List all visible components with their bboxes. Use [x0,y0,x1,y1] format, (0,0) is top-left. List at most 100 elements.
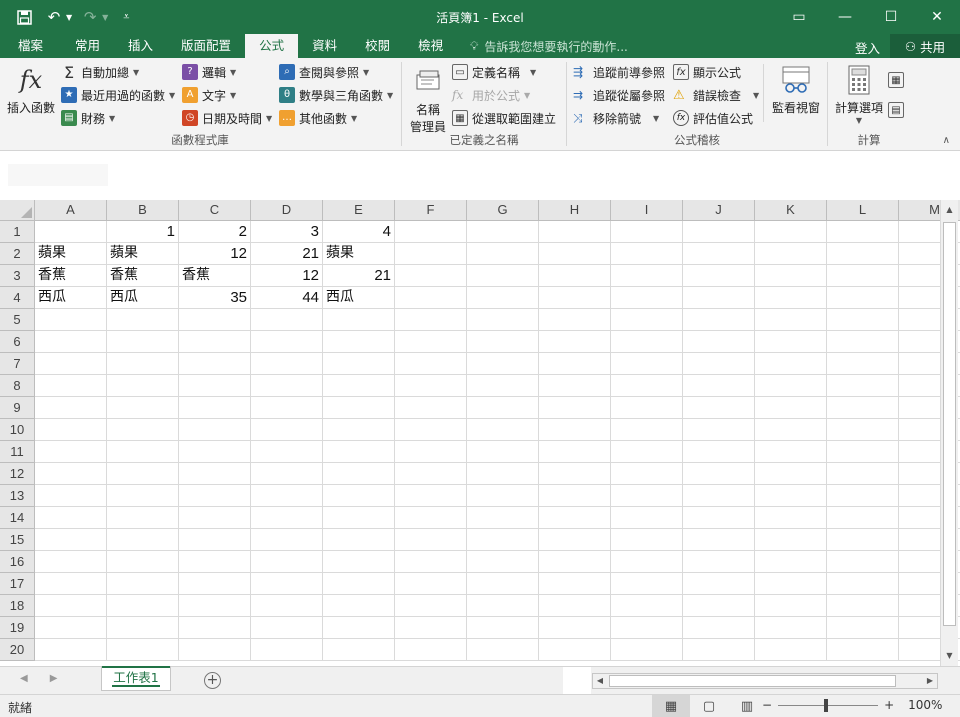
cell-J2[interactable] [683,243,755,265]
row-header[interactable]: 18 [0,595,35,617]
sheet-prev-icon[interactable]: ◀ [20,673,28,684]
select-all-corner[interactable] [0,200,35,221]
row-header[interactable]: 1 [0,221,35,243]
cell-D13[interactable] [251,485,323,507]
zoom-slider-knob[interactable] [824,698,829,712]
scroll-left-icon[interactable]: ◀ [593,674,607,688]
cell-I20[interactable] [611,639,683,661]
sheet-tab[interactable]: 工作表1 [101,666,171,691]
tab-review[interactable]: 校閱 [351,34,404,58]
cell-G1[interactable] [467,221,539,243]
cell-A9[interactable] [35,397,107,419]
cell-K11[interactable] [755,441,827,463]
cell-L9[interactable] [827,397,899,419]
cell-F13[interactable] [395,485,467,507]
financial-button[interactable]: ▤ 財務 ▼ [61,108,115,128]
cell-L13[interactable] [827,485,899,507]
cell-J17[interactable] [683,573,755,595]
cell-A6[interactable] [35,331,107,353]
cell-A16[interactable] [35,551,107,573]
cell-K5[interactable] [755,309,827,331]
lookup-reference-button[interactable]: ⌕ 查閱與參照 ▼ [279,62,369,82]
column-header[interactable]: B [107,200,179,221]
cell-K20[interactable] [755,639,827,661]
cell-C9[interactable] [179,397,251,419]
cell-C1[interactable]: 2 [179,221,251,243]
cell-C14[interactable] [179,507,251,529]
text-button[interactable]: A 文字 ▼ [182,85,236,105]
cell-A12[interactable] [35,463,107,485]
cell-D18[interactable] [251,595,323,617]
cell-H8[interactable] [539,375,611,397]
cell-L10[interactable] [827,419,899,441]
cell-H1[interactable] [539,221,611,243]
row-header[interactable]: 6 [0,331,35,353]
cell-G9[interactable] [467,397,539,419]
cell-I1[interactable] [611,221,683,243]
cell-C7[interactable] [179,353,251,375]
cell-A2[interactable]: 蘋果 [35,243,107,265]
column-header[interactable]: I [611,200,683,221]
column-header[interactable]: F [395,200,467,221]
cell-G7[interactable] [467,353,539,375]
cell-I7[interactable] [611,353,683,375]
cell-L16[interactable] [827,551,899,573]
cell-A19[interactable] [35,617,107,639]
calculate-now-button[interactable]: ▦ [888,70,904,90]
cell-F6[interactable] [395,331,467,353]
cell-J1[interactable] [683,221,755,243]
cell-J5[interactable] [683,309,755,331]
cell-F2[interactable] [395,243,467,265]
cell-D11[interactable] [251,441,323,463]
cell-A3[interactable]: 香蕉 [35,265,107,287]
cell-A5[interactable] [35,309,107,331]
cell-E5[interactable] [323,309,395,331]
row-header[interactable]: 9 [0,397,35,419]
row-header[interactable]: 19 [0,617,35,639]
cell-I10[interactable] [611,419,683,441]
cell-D9[interactable] [251,397,323,419]
cell-B19[interactable] [107,617,179,639]
logical-button[interactable]: ? 邏輯 ▼ [182,62,236,82]
cell-J10[interactable] [683,419,755,441]
cell-B5[interactable] [107,309,179,331]
cell-D8[interactable] [251,375,323,397]
cell-F20[interactable] [395,639,467,661]
row-header[interactable]: 5 [0,309,35,331]
cell-A10[interactable] [35,419,107,441]
cell-C13[interactable] [179,485,251,507]
cell-G2[interactable] [467,243,539,265]
cell-H14[interactable] [539,507,611,529]
row-header[interactable]: 14 [0,507,35,529]
tab-data[interactable]: 資料 [298,34,351,58]
cell-D5[interactable] [251,309,323,331]
cell-I4[interactable] [611,287,683,309]
row-header[interactable]: 8 [0,375,35,397]
cell-B6[interactable] [107,331,179,353]
cell-I12[interactable] [611,463,683,485]
cell-B12[interactable] [107,463,179,485]
cell-H6[interactable] [539,331,611,353]
cell-E1[interactable]: 4 [323,221,395,243]
cell-H18[interactable] [539,595,611,617]
cell-H4[interactable] [539,287,611,309]
cell-D19[interactable] [251,617,323,639]
cell-G12[interactable] [467,463,539,485]
scroll-up-icon[interactable]: ▲ [941,202,958,218]
cell-H13[interactable] [539,485,611,507]
cell-L8[interactable] [827,375,899,397]
cell-E12[interactable] [323,463,395,485]
cell-D6[interactable] [251,331,323,353]
cell-F16[interactable] [395,551,467,573]
row-header[interactable]: 3 [0,265,35,287]
cell-F10[interactable] [395,419,467,441]
cell-B4[interactable]: 西瓜 [107,287,179,309]
cell-B13[interactable] [107,485,179,507]
watch-window-button[interactable]: 監看視窗 [767,64,825,116]
cell-I5[interactable] [611,309,683,331]
cell-L14[interactable] [827,507,899,529]
cell-F11[interactable] [395,441,467,463]
zoom-out-icon[interactable]: − [762,698,772,712]
cell-F12[interactable] [395,463,467,485]
cell-L18[interactable] [827,595,899,617]
